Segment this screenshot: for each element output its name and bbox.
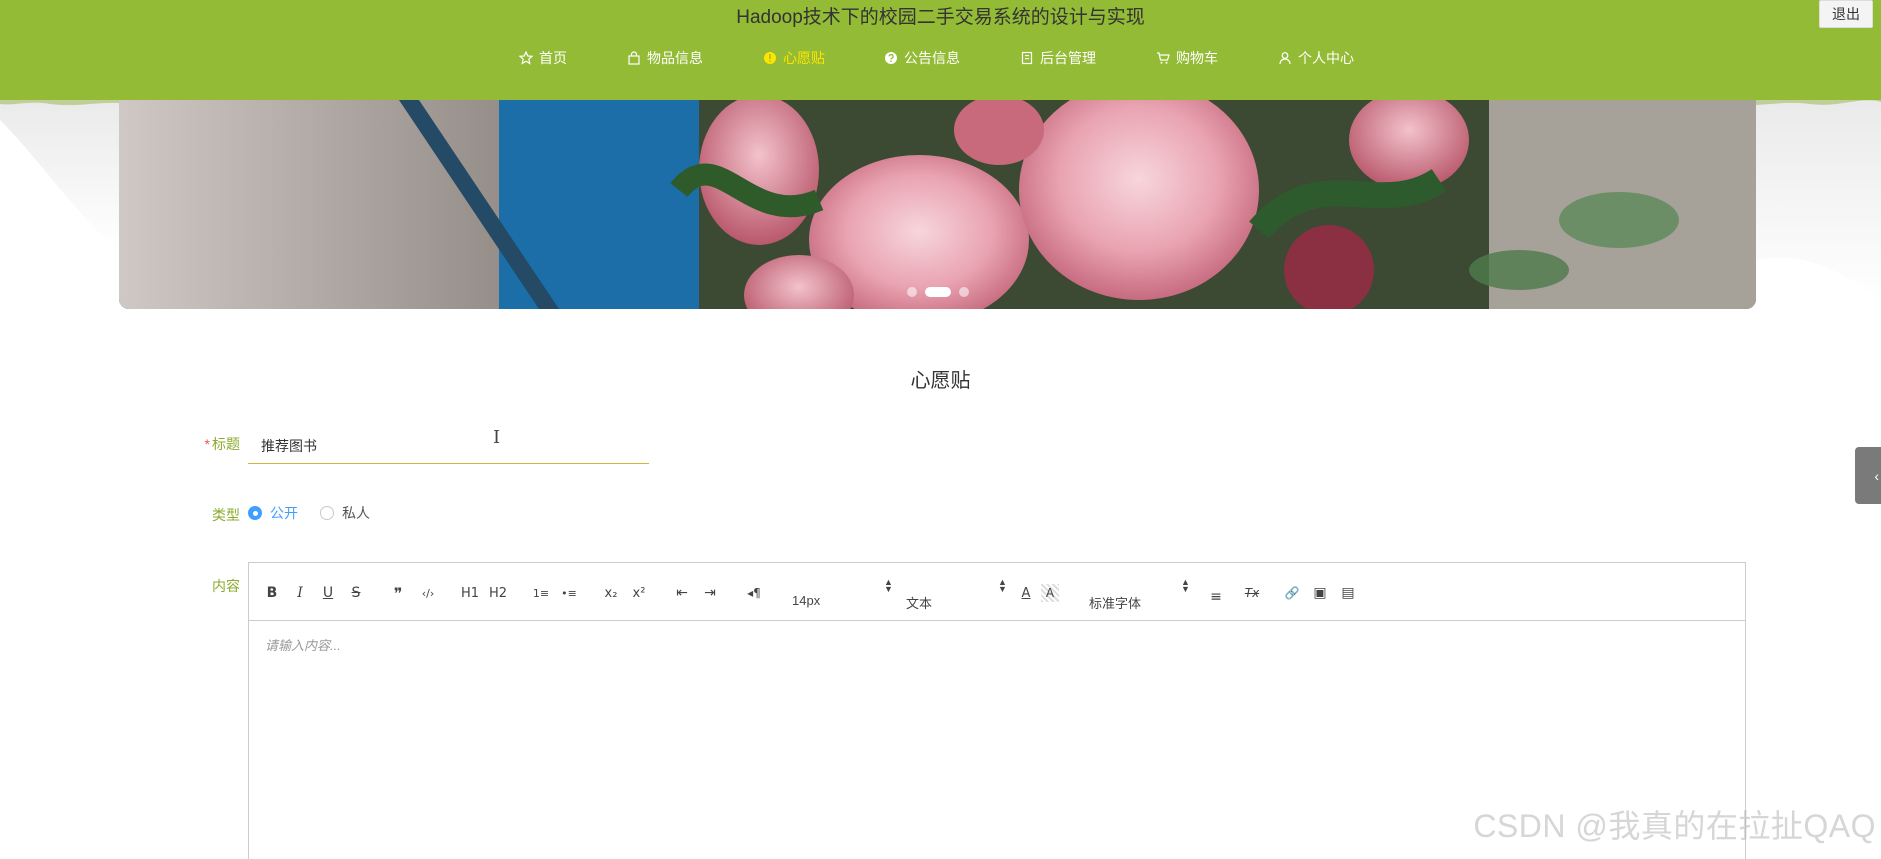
type-radio-group: 公开 私人 (248, 503, 392, 523)
shopping-bag-icon (628, 51, 640, 65)
cart-icon (1157, 52, 1170, 64)
site-title: Hadoop技术下的校园二手交易系统的设计与实现 (736, 7, 1145, 28)
indent-button[interactable]: ⇥ (701, 584, 719, 602)
select-arrows-icon: ▲ ▼ (1181, 577, 1190, 594)
question-circle-icon (885, 52, 897, 64)
bold-button[interactable]: B (263, 584, 281, 602)
star-icon (519, 51, 533, 65)
italic-button[interactable]: I (291, 584, 309, 602)
site-header: Hadoop技术下的校园二手交易系统的设计与实现 退出 首页 物品信息 心愿贴 … (0, 0, 1881, 112)
radio-label: 私人 (342, 505, 370, 521)
content-label: 内容 (212, 578, 240, 594)
required-mark: * (204, 436, 210, 452)
radio-circle (248, 506, 262, 520)
hero-carousel[interactable] (119, 100, 1756, 309)
font-family-select[interactable]: 标准字体 ▲ ▼ (1089, 578, 1209, 612)
type-label: 类型 (212, 507, 240, 523)
radio-public[interactable]: 公开 (248, 503, 298, 523)
radio-label: 公开 (270, 505, 298, 521)
select-arrows-icon: ▲ ▼ (998, 577, 1007, 594)
nav-label: 公告信息 (904, 50, 960, 66)
direction-button[interactable]: ◂¶ (743, 584, 765, 602)
header-select-value: 文本 (906, 596, 933, 611)
outdent-button[interactable]: ⇤ (673, 584, 691, 602)
nav-item-profile[interactable]: 个人中心 (1278, 48, 1354, 68)
nav-label: 物品信息 (647, 50, 703, 66)
nav-label: 个人中心 (1298, 50, 1354, 66)
h2-button[interactable]: H2 (487, 584, 509, 602)
side-drawer-toggle[interactable]: ‹ (1855, 447, 1881, 504)
title-input[interactable] (248, 428, 649, 464)
nav-item-cart[interactable]: 购物车 (1156, 48, 1218, 68)
image-button[interactable]: ▣ (1311, 584, 1329, 602)
font-size-value: 14px (792, 593, 821, 608)
nav-label: 购物车 (1176, 50, 1218, 66)
blockquote-button[interactable]: ❞ (389, 584, 407, 603)
nav-label: 首页 (539, 50, 567, 66)
user-icon (1279, 52, 1291, 65)
clean-format-button[interactable]: Tx (1241, 584, 1263, 602)
underline-button[interactable]: U (319, 584, 337, 602)
h1-button[interactable]: H1 (459, 584, 481, 602)
info-circle-icon (764, 52, 776, 64)
text-color-button[interactable]: A (1017, 584, 1035, 602)
carousel-dot[interactable] (906, 287, 917, 297)
building-icon (1021, 51, 1033, 65)
radio-circle (320, 506, 334, 520)
text-cursor-icon: I (493, 427, 501, 448)
main-nav: 首页 物品信息 心愿贴 公告信息 后台管理 购物车 个人中心 (0, 48, 1881, 70)
background-color-button[interactable]: A (1041, 584, 1059, 602)
ordered-list-button[interactable]: 1≡ (531, 584, 551, 602)
carousel-slide-image (119, 100, 1756, 309)
nav-item-wish[interactable]: 心愿贴 (763, 48, 825, 68)
page-title: 心愿贴 (910, 370, 971, 392)
subscript-button[interactable]: x₂ (601, 584, 621, 602)
radio-private[interactable]: 私人 (320, 503, 370, 523)
select-arrows-icon: ▲ ▼ (884, 577, 893, 594)
align-button[interactable]: ≡ (1207, 588, 1225, 606)
video-button[interactable]: ▤ (1339, 584, 1357, 602)
nav-item-admin[interactable]: 后台管理 (1020, 48, 1096, 68)
strike-button[interactable]: S (347, 584, 365, 602)
nav-item-items[interactable]: 物品信息 (627, 48, 703, 68)
nav-label: 心愿贴 (783, 50, 825, 66)
carousel-dot-active[interactable] (924, 287, 951, 297)
link-button[interactable]: 🔗 (1283, 584, 1301, 602)
title-label-text: 标题 (212, 436, 240, 452)
editor-content-area[interactable]: 请输入内容... (265, 635, 341, 654)
nav-item-notice[interactable]: 公告信息 (884, 48, 960, 68)
bullet-list-button[interactable]: •≡ (559, 584, 579, 602)
nav-item-home[interactable]: 首页 (519, 48, 567, 68)
csdn-watermark: CSDN @我真的在拉扯QAQ (1473, 808, 1876, 844)
carousel-indicators (119, 287, 1756, 297)
superscript-button[interactable]: x² (629, 584, 649, 602)
title-label: * 标题 (180, 434, 240, 454)
carousel-dot[interactable] (958, 287, 969, 297)
editor-toolbar: B I U S ❞ ‹/› H1 H2 1≡ •≡ x₂ x² ⇤ ⇥ ◂¶ 1… (249, 563, 1745, 621)
nav-label: 后台管理 (1040, 50, 1096, 66)
code-button[interactable]: ‹/› (417, 584, 439, 602)
header-select[interactable]: 文本 ▲ ▼ (906, 578, 1007, 612)
font-family-value: 标准字体 (1089, 596, 1142, 611)
logout-button[interactable]: 退出 (1819, 0, 1873, 28)
font-size-select[interactable]: 14px ▲ ▼ (792, 578, 893, 609)
